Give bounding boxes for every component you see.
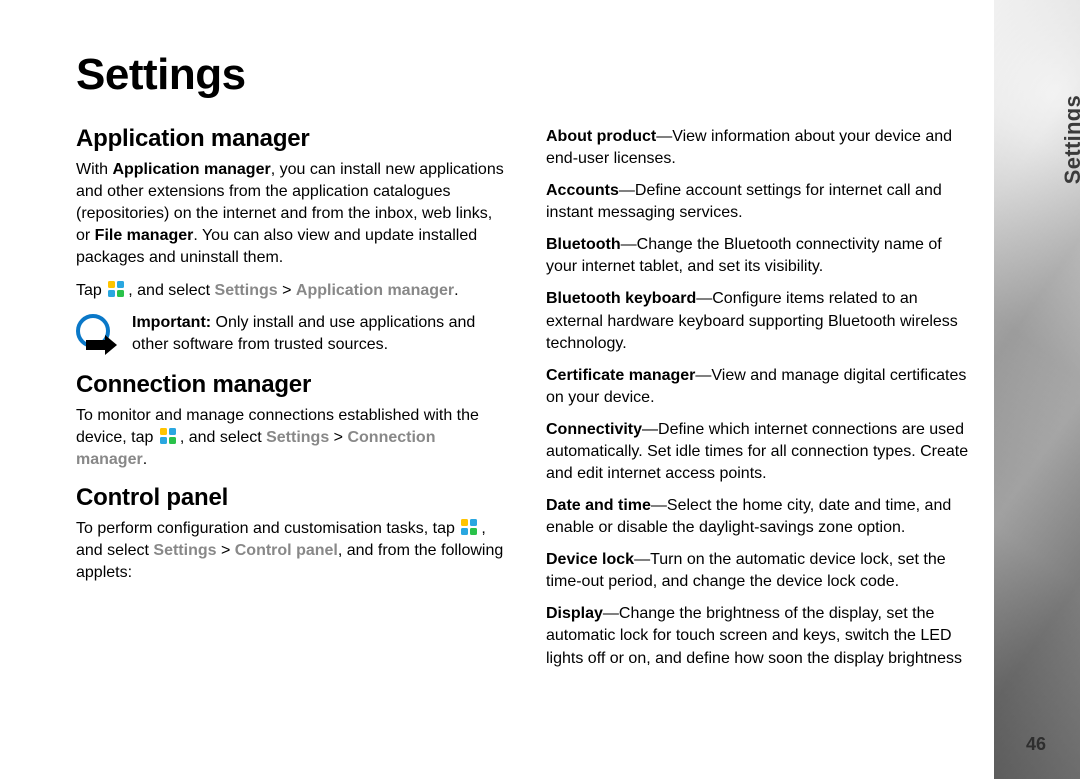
two-column-layout: Application manager With Application man…	[76, 122, 976, 680]
app-mgr-intro: With Application manager, you can instal…	[76, 159, 506, 269]
nav-settings: Settings	[153, 542, 216, 559]
applet-connectivity: Connectivity—Define which internet conne…	[546, 419, 976, 485]
manual-page: Settings 46 Settings Application manager…	[0, 0, 1080, 779]
column-right: About product—View information about you…	[546, 122, 976, 680]
term-file-manager: File manager	[95, 227, 194, 244]
applet-device-lock: Device lock—Turn on the automatic device…	[546, 549, 976, 593]
text: , and select	[128, 282, 214, 299]
page-number: 46	[1026, 734, 1046, 755]
nav-application-manager: Application manager	[296, 282, 454, 299]
applet-name: Date and time	[546, 497, 651, 514]
nav-separator: >	[278, 282, 296, 299]
applet-certificate-manager: Certificate manager—View and manage digi…	[546, 365, 976, 409]
content-area: Settings Application manager With Applic…	[76, 50, 976, 730]
text: With	[76, 161, 112, 178]
nav-separator: >	[217, 542, 235, 559]
app-mgr-steps: Tap , and select Settings > Application …	[76, 280, 506, 302]
nav-settings: Settings	[266, 429, 329, 446]
applet-name: Bluetooth	[546, 236, 621, 253]
nav-separator: >	[329, 429, 347, 446]
applet-bluetooth-keyboard: Bluetooth keyboard—Configure items relat…	[546, 288, 976, 354]
applet-accounts: Accounts—Define account settings for int…	[546, 180, 976, 224]
side-strip: Settings 46	[994, 0, 1080, 779]
text: , and select	[180, 429, 266, 446]
applet-about-product: About product—View information about you…	[546, 126, 976, 170]
applet-name: Accounts	[546, 182, 619, 199]
text: Tap	[76, 282, 106, 299]
important-note: Important: Only install and use applicat…	[76, 312, 506, 356]
heading-application-manager: Application manager	[76, 122, 506, 155]
applet-name: Bluetooth keyboard	[546, 290, 696, 307]
applet-name: Device lock	[546, 551, 634, 568]
applet-date-and-time: Date and time—Select the home city, date…	[546, 495, 976, 539]
column-left: Application manager With Application man…	[76, 122, 506, 680]
apps-grid-icon	[108, 281, 126, 297]
applet-name: Certificate manager	[546, 367, 695, 384]
heading-control-panel: Control panel	[76, 481, 506, 514]
apps-grid-icon	[461, 519, 479, 535]
applet-desc: —Change the brightness of the display, s…	[546, 605, 962, 666]
text: .	[143, 451, 147, 468]
text: .	[454, 282, 458, 299]
applet-name: About product	[546, 128, 656, 145]
applet-name: Display	[546, 605, 603, 622]
side-chapter-label: Settings	[1060, 95, 1080, 184]
nav-control-panel: Control panel	[235, 542, 338, 559]
term-application-manager: Application manager	[112, 161, 270, 178]
nav-settings: Settings	[215, 282, 278, 299]
page-title: Settings	[76, 50, 976, 100]
applet-display: Display—Change the brightness of the dis…	[546, 603, 976, 669]
applet-name: Connectivity	[546, 421, 642, 438]
important-icon	[76, 314, 118, 356]
important-label: Important:	[132, 314, 211, 331]
applet-bluetooth: Bluetooth—Change the Bluetooth connectiv…	[546, 234, 976, 278]
important-text: Important: Only install and use applicat…	[132, 312, 506, 356]
ctrl-panel-steps: To perform configuration and customisati…	[76, 518, 506, 584]
apps-grid-icon	[160, 428, 178, 444]
heading-connection-manager: Connection manager	[76, 368, 506, 401]
text: To perform configuration and customisati…	[76, 520, 459, 537]
conn-mgr-steps: To monitor and manage connections establ…	[76, 405, 506, 471]
